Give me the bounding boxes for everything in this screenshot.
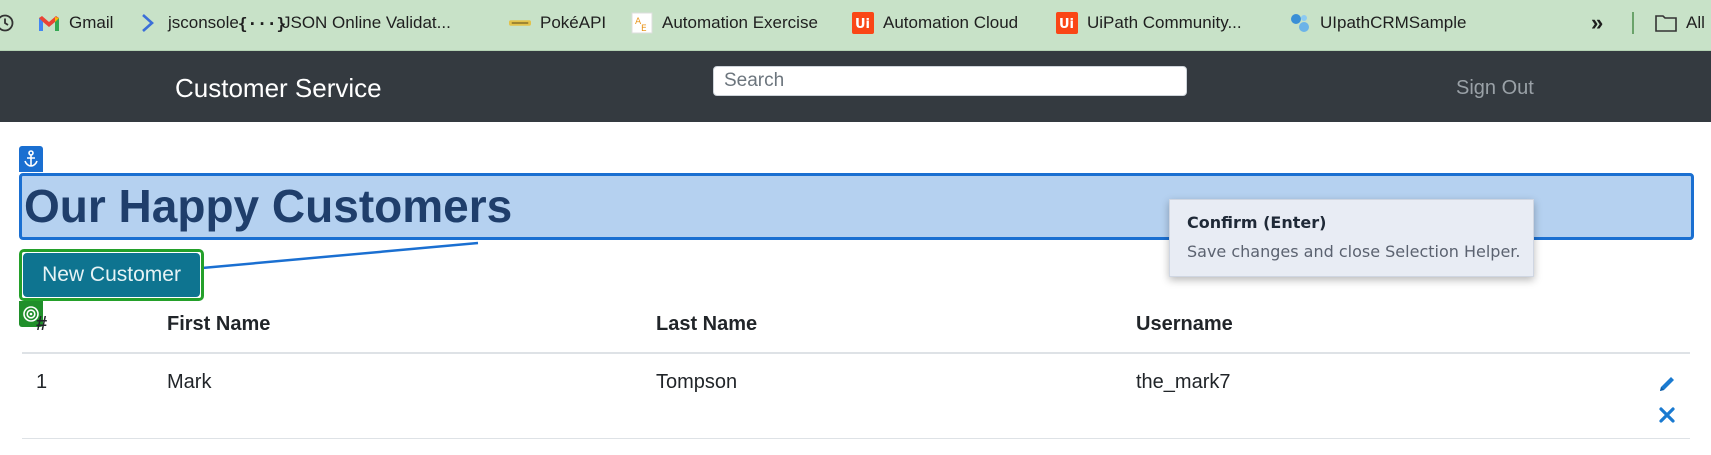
svg-text:Ui: Ui [855,17,870,32]
anchor-icon[interactable] [19,146,43,172]
bookmarks-divider [1632,12,1634,34]
bookmark-uipath-crm-sample[interactable]: UIpathCRMSample [1289,0,1466,46]
tooltip-title: Confirm (Enter) [1187,213,1327,232]
uipath-icon: Ui [852,12,874,34]
column-header-first-name: First Name [167,313,271,335]
navbar: Customer Service Sign Out [0,51,1711,122]
table-header-divider [22,352,1690,354]
folder-icon [1655,12,1677,34]
bookmark-label: Automation Exercise [662,13,818,32]
bookmark-label: Gmail [69,13,114,32]
delete-x-icon[interactable] [1656,404,1678,426]
bookmarks-bar: Gmail jsconsole {···} JSON Online Valida… [0,0,1711,51]
bookmark-automation-exercise[interactable]: AE Automation Exercise [631,0,818,46]
table-row-divider [22,438,1690,439]
gmail-icon [38,12,60,34]
page-title: Our Happy Customers [24,180,513,232]
bookmark-label: UiPath Community... [1087,13,1242,32]
sign-out-link[interactable]: Sign Out [1456,77,1534,100]
svg-text:E: E [641,24,647,34]
pokeapi-icon [509,12,531,34]
cell-id: 1 [36,371,48,393]
bookmark-jsconsole[interactable]: jsconsole [137,0,239,46]
braces-icon: {···} [237,13,287,33]
brand-title[interactable]: Customer Service [175,73,382,104]
column-header-username: Username [1136,313,1233,335]
cell-first-name: Mark [167,371,212,393]
bookmark-automation-cloud[interactable]: Ui Automation Cloud [852,0,1018,46]
svg-text:Ui: Ui [1059,17,1074,32]
column-header-number: # [36,313,48,335]
bookmark-label: JSON Online Validat... [282,13,451,32]
bookmark-label: All [1686,13,1705,32]
search-input[interactable] [713,66,1187,96]
bookmark-uipath-community[interactable]: Ui UiPath Community... [1056,0,1242,46]
bookmark-json-validator[interactable]: {···} JSON Online Validat... [237,0,451,46]
tooltip-description: Save changes and close Selection Helper. [1187,242,1521,261]
bookmark-label: PokéAPI [540,13,607,32]
bookmark-label: Automation Cloud [883,13,1019,32]
crm-icon [1289,12,1311,34]
history-icon [0,12,16,34]
confirm-tooltip: Confirm (Enter) Save changes and close S… [1169,199,1534,277]
edit-pencil-icon[interactable] [1656,373,1678,395]
bookmarks-overflow-button[interactable]: » [1591,0,1603,46]
bookmark-pokeapi[interactable]: PokéAPI [509,0,606,46]
bookmark-all-bookmarks[interactable]: All [1655,0,1705,46]
cell-username: the_mark7 [1136,371,1231,393]
history-bookmark[interactable] [0,0,16,46]
new-customer-button[interactable]: New Customer [23,253,200,297]
uipath-icon: Ui [1056,12,1078,34]
bookmark-gmail[interactable]: Gmail [38,0,113,46]
column-header-last-name: Last Name [656,313,758,335]
chevron-right-icon [137,12,159,34]
automation-exercise-icon: AE [631,12,653,34]
chevron-double-right-icon: » [1591,10,1604,35]
bookmark-label: jsconsole [168,13,239,32]
cell-last-name: Tompson [656,371,738,393]
bookmark-label: UIpathCRMSample [1320,13,1467,32]
